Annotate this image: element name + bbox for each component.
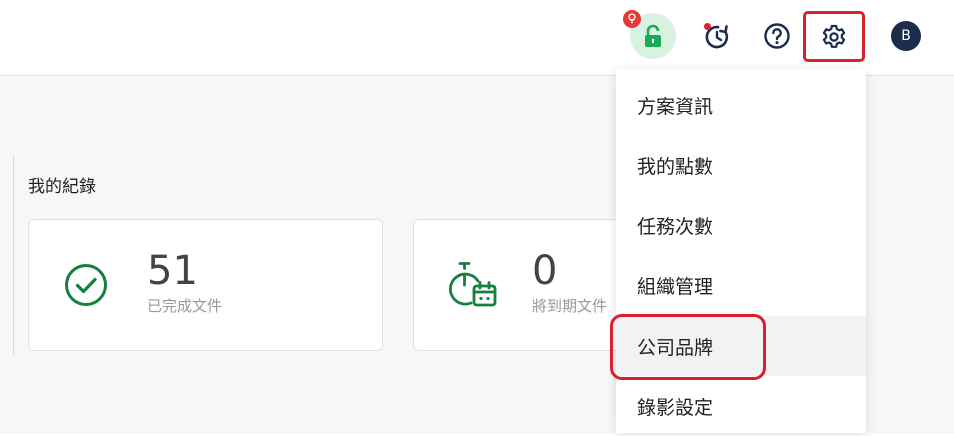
notification-badge-icon	[623, 10, 641, 28]
menu-item-company-brand[interactable]: 公司品牌	[616, 316, 866, 376]
history-button[interactable]	[700, 20, 734, 54]
expiring-label: 將到期文件	[532, 297, 608, 315]
lock-button[interactable]	[623, 10, 676, 59]
vertical-divider	[13, 155, 14, 355]
help-icon	[764, 23, 790, 49]
settings-button[interactable]	[803, 11, 865, 62]
check-circle-icon	[65, 264, 107, 306]
stopwatch-calendar-icon	[449, 262, 497, 307]
expiring-count: 0	[532, 248, 558, 294]
user-avatar[interactable]: B	[891, 21, 921, 51]
help-button[interactable]	[759, 18, 795, 54]
completed-count: 51	[147, 248, 198, 294]
menu-item-recording-settings[interactable]: 錄影設定	[616, 376, 866, 436]
menu-item-my-points[interactable]: 我的點數	[616, 135, 866, 195]
gear-icon	[822, 24, 846, 48]
lock-icon	[645, 24, 661, 47]
completed-documents-card[interactable]: 51 已完成文件	[28, 219, 383, 351]
completed-label: 已完成文件	[147, 297, 223, 315]
menu-item-task-count[interactable]: 任務次數	[616, 195, 866, 255]
section-title: 我的紀錄	[28, 177, 96, 197]
settings-dropdown-menu: 方案資訊 我的點數 任務次數 組織管理 公司品牌 錄影設定	[616, 69, 866, 433]
history-alert-dot-icon	[704, 23, 711, 30]
menu-item-organization[interactable]: 組織管理	[616, 255, 866, 315]
top-bar: B	[0, 0, 954, 76]
menu-item-plan-info[interactable]: 方案資訊	[616, 75, 866, 135]
